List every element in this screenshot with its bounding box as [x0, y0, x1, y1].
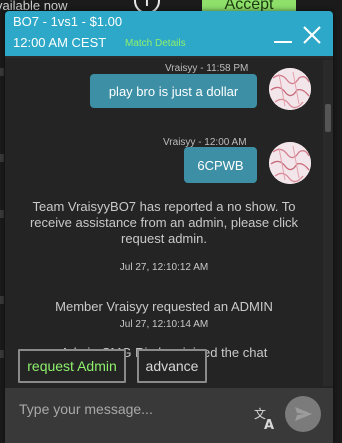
system-message-time: Jul 27, 12:10:14 AM	[119, 319, 209, 330]
request-admin-button[interactable]: request Admin	[18, 349, 126, 383]
background-fragment	[0, 350, 4, 358]
background-fragment	[0, 68, 4, 76]
scrollbar-thumb[interactable]	[325, 104, 331, 132]
close-button[interactable]	[300, 23, 324, 47]
message-bubble: play bro is just a dollar	[90, 74, 257, 108]
avatar-image	[269, 68, 311, 110]
chat-header: BO7 - 1vs1 - $1.00 12:00 AM CEST Match D…	[5, 11, 333, 56]
message-composer: 文 A	[5, 388, 333, 443]
background-fragment	[0, 154, 4, 162]
match-details-link[interactable]: Match Details	[125, 38, 186, 49]
translate-button[interactable]: 文 A	[253, 405, 279, 433]
message-list: Vraisyy - 11:58 PM play bro is just a do…	[5, 58, 333, 388]
send-button[interactable]	[285, 396, 321, 432]
chat-title: BO7 - 1vs1 - $1.00	[13, 14, 123, 29]
background-fragment	[0, 210, 4, 218]
svg-text:A: A	[264, 418, 274, 431]
advance-button[interactable]: advance	[137, 349, 207, 383]
system-message: Member Vraisyy requested an ADMIN	[55, 299, 273, 314]
send-icon	[295, 407, 312, 421]
system-message: Team VraisyyBO7 has reported a no show. …	[29, 199, 299, 246]
close-icon	[303, 26, 321, 44]
message-input[interactable]	[5, 388, 245, 443]
message-bubble: 6CPWB	[184, 147, 257, 183]
system-message-time: Jul 27, 12:10:12 AM	[119, 262, 209, 273]
avatar	[269, 142, 311, 184]
chat-window: BO7 - 1vs1 - $1.00 12:00 AM CEST Match D…	[5, 11, 333, 443]
translate-icon: 文 A	[254, 406, 274, 433]
message-sender-time: Vraisyy - 11:58 PM	[165, 63, 249, 74]
background-fragment	[0, 296, 4, 304]
avatar	[269, 68, 311, 110]
minimize-button[interactable]	[271, 23, 295, 47]
avatar-image	[269, 142, 311, 184]
chat-time: 12:00 AM CEST	[13, 35, 107, 50]
minimize-icon	[274, 41, 292, 43]
